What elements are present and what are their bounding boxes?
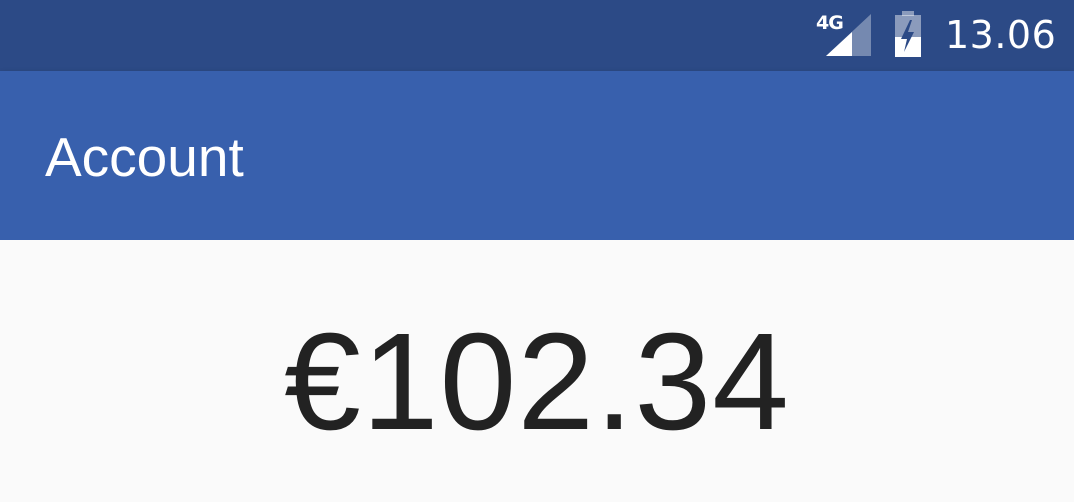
battery-charging-icon [895, 11, 921, 57]
account-balance: €102.34 [284, 305, 790, 459]
cell-signal-icon [826, 14, 871, 56]
status-time: 13.06 [945, 13, 1057, 57]
status-bar: 4G 13.06 [0, 0, 1074, 71]
page-title: Account [45, 126, 244, 188]
